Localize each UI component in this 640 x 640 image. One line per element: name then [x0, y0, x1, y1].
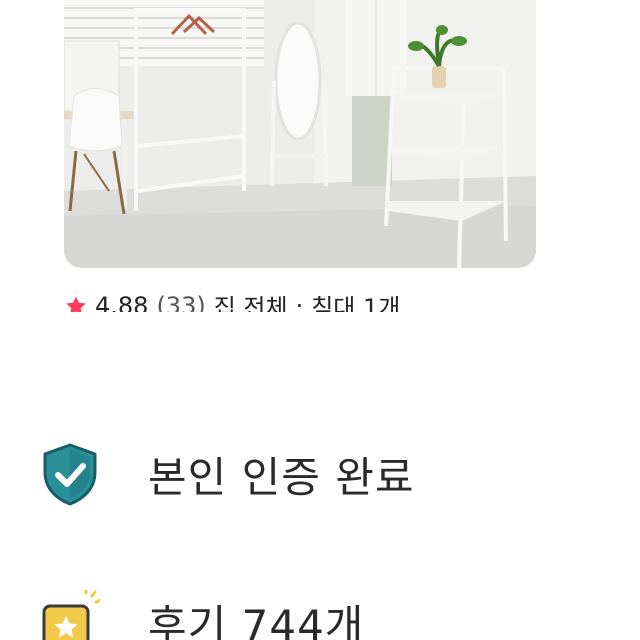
- reviews-row[interactable]: 후기 744개: [40, 590, 364, 640]
- reviews-label: 후기 744개: [148, 600, 365, 640]
- bed-count: 침대 1개: [311, 294, 401, 312]
- identity-verified-row: 본인 인증 완료: [40, 442, 415, 506]
- listing-photo[interactable]: [64, 0, 536, 268]
- rating-value: 4.88: [95, 291, 149, 313]
- star-icon: [66, 296, 86, 312]
- verified-shield-icon: [43, 443, 97, 506]
- review-count: (33): [156, 291, 206, 313]
- room-type: 집 전체: [213, 294, 288, 312]
- listing-info-line: 4.88 (33) 집 전체 · 침대 1개: [64, 282, 584, 312]
- identity-verified-label: 본인 인증 완료: [148, 452, 415, 502]
- review-badge-icon: [42, 590, 100, 640]
- info-separator: ·: [295, 291, 304, 313]
- listing-page: 4.88 (33) 집 전체 · 침대 1개 본인 인증 완료 후기 744개: [0, 0, 640, 640]
- listing-info-text: 4.88 (33) 집 전체 · 침대 1개: [64, 288, 408, 312]
